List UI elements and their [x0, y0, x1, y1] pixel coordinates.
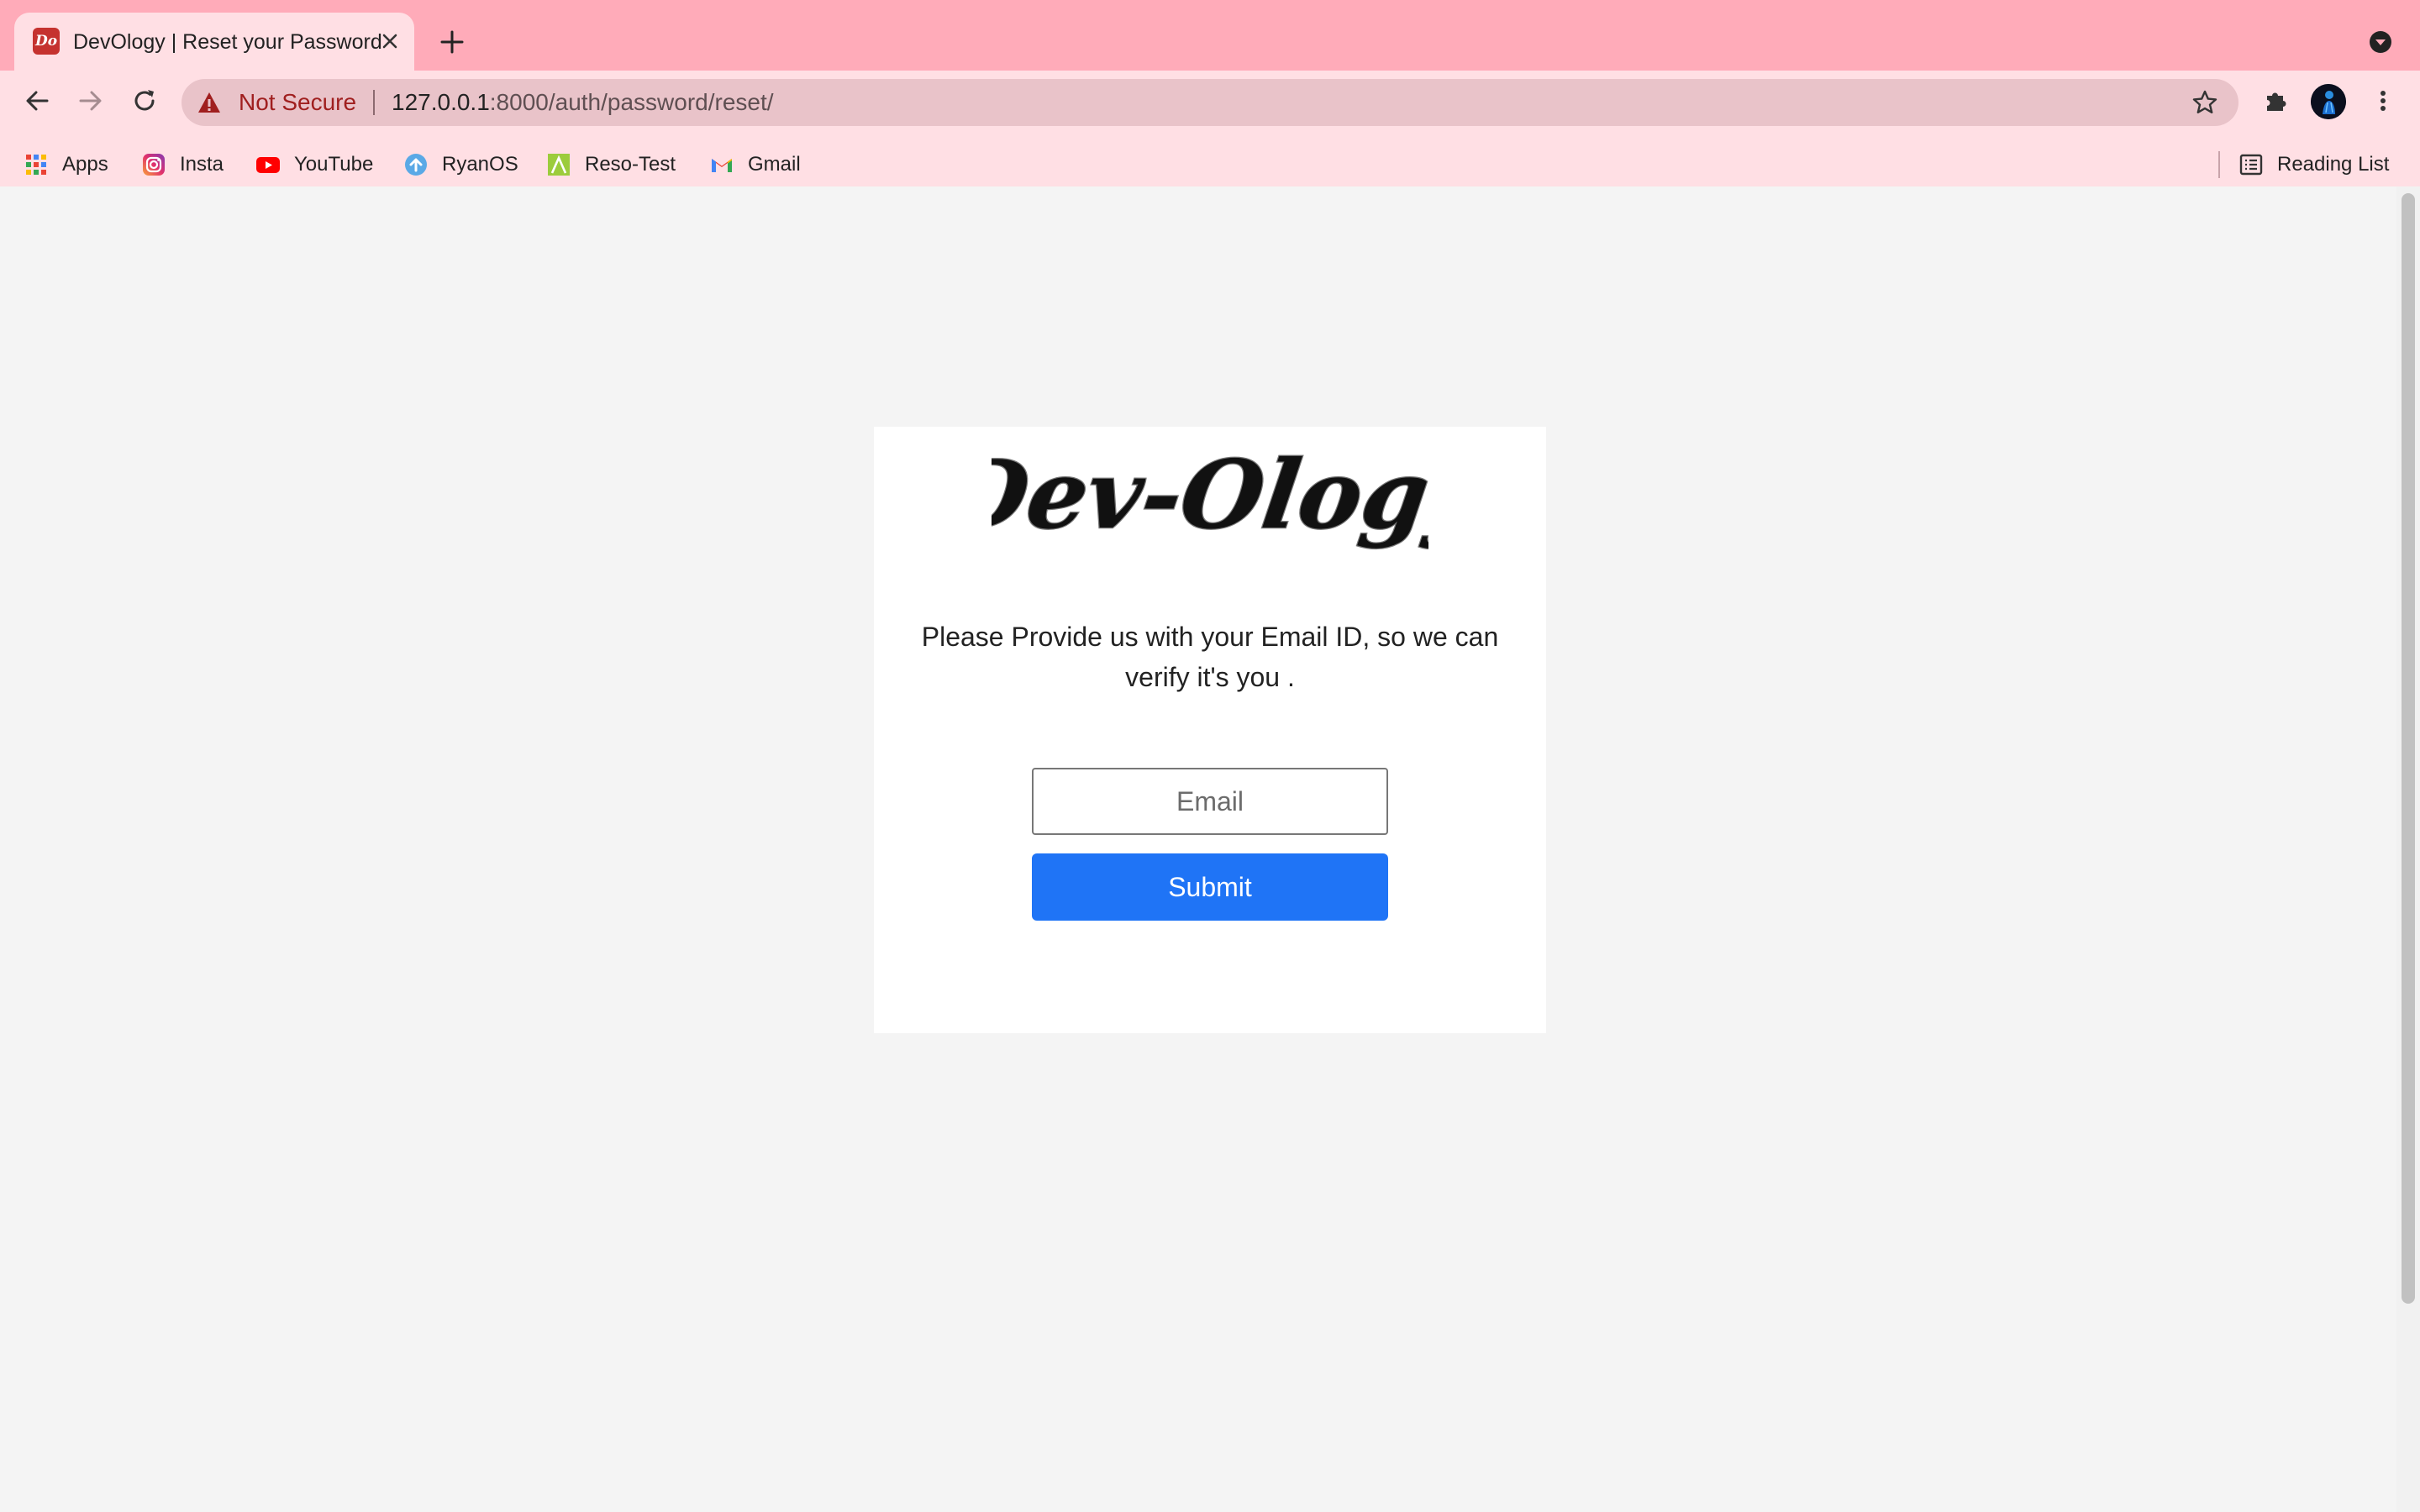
forward-button[interactable]: [72, 82, 109, 119]
bookmark-ryanos[interactable]: RyanOS: [403, 146, 518, 183]
bookmark-label: Reso-Test: [585, 153, 676, 176]
url-text[interactable]: 127.0.0.1:8000/auth/password/reset/: [392, 79, 774, 126]
tab-strip: Do DevOlogy | Reset your Password: [0, 0, 2420, 71]
page-viewport: Dev-Ology Please Provide us with your Em…: [0, 186, 2420, 1512]
bookmark-youtube[interactable]: YouTube: [255, 146, 373, 183]
url-path: :8000/auth/password/reset/: [489, 89, 774, 115]
reading-list-button[interactable]: Reading List: [2238, 146, 2389, 183]
scrollbar-thumb[interactable]: [2402, 193, 2415, 1304]
bookmark-gmail[interactable]: Gmail: [709, 146, 801, 183]
browser-toolbar: Not Secure 127.0.0.1:8000/auth/password/…: [0, 71, 2420, 198]
reload-button[interactable]: [126, 82, 163, 119]
bookmark-label: Insta: [180, 153, 224, 176]
instruction-text: Please Provide us with your Email ID, so…: [921, 622, 1499, 692]
warning-icon: [198, 92, 220, 113]
reset-password-card: Dev-Ology Please Provide us with your Em…: [874, 427, 1546, 1033]
bookmark-label: Apps: [62, 153, 108, 176]
instagram-icon: [143, 154, 165, 176]
omnibox-divider: [373, 90, 375, 115]
browser-menu-button[interactable]: [2365, 82, 2402, 119]
reading-list-label: Reading List: [2277, 153, 2390, 176]
new-tab-icon[interactable]: [437, 27, 467, 57]
bookmark-label: YouTube: [294, 153, 374, 176]
youtube-icon: [256, 157, 280, 173]
tab-title: DevOlogy | Reset your Password: [73, 30, 382, 54]
tab-search-icon[interactable]: [2368, 29, 2393, 55]
apps-grid-icon: [26, 155, 46, 175]
bookmarks-bar: Apps Insta YouTube RyanOS Reso-Test Gmai…: [0, 134, 2420, 193]
dev-ology-logo: Dev-Ology: [992, 444, 1428, 551]
bookmark-label: RyanOS: [442, 153, 518, 176]
more-vertical-icon: [2381, 91, 2386, 111]
bookmark-star-icon[interactable]: [2191, 89, 2218, 116]
arrow-left-icon: [26, 91, 49, 111]
reading-list-icon: [2239, 154, 2263, 176]
upload-cloud-icon: [405, 154, 427, 176]
email-field[interactable]: [1032, 768, 1388, 835]
submit-button[interactable]: Submit: [1032, 853, 1388, 921]
back-button[interactable]: [18, 82, 55, 119]
gmail-icon: [712, 159, 732, 172]
bookmark-apps[interactable]: Apps: [24, 146, 108, 183]
bookmark-label: Gmail: [748, 153, 801, 176]
reso-test-icon: [548, 154, 570, 176]
active-tab[interactable]: Do DevOlogy | Reset your Password: [14, 13, 414, 71]
reload-icon: [134, 90, 155, 111]
security-status-label[interactable]: Not Secure: [239, 79, 356, 126]
devology-favicon-icon: Do: [33, 28, 60, 55]
bookmark-reso-test[interactable]: Reso-Test: [546, 146, 676, 183]
logo-text: Dev-Ology: [992, 444, 1428, 550]
bookmark-insta[interactable]: Insta: [141, 146, 224, 183]
url-host: 127.0.0.1: [392, 89, 490, 115]
address-bar[interactable]: Not Secure 127.0.0.1:8000/auth/password/…: [182, 79, 2238, 126]
profile-picture-icon: [2311, 84, 2346, 119]
extensions-button[interactable]: [2257, 82, 2294, 119]
profile-avatar[interactable]: [2311, 84, 2346, 119]
close-tab-icon[interactable]: [377, 29, 402, 54]
arrow-right-icon: [79, 91, 102, 111]
bookmarks-divider: [2218, 151, 2220, 178]
puzzle-icon: [2267, 92, 2286, 111]
